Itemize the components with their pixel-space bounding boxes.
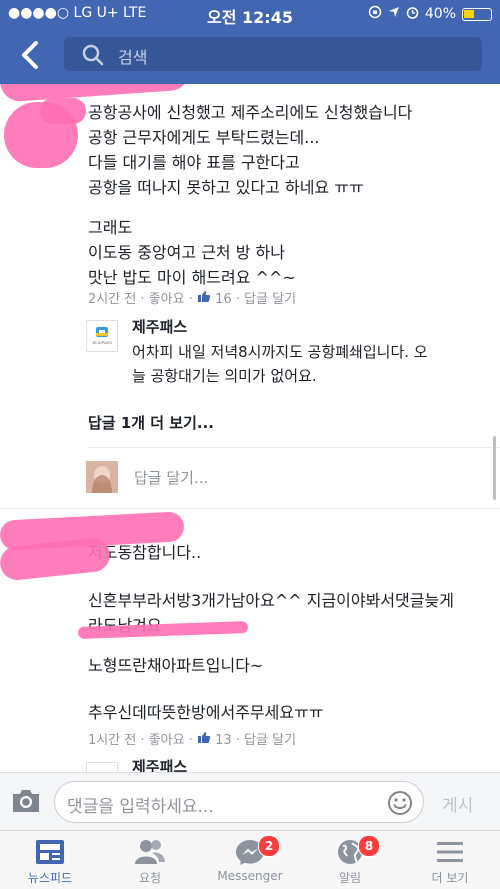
timestamp: 2시간 전 (88, 292, 137, 307)
back-button[interactable] (14, 38, 48, 72)
like-button[interactable]: 좋아요 (149, 733, 185, 748)
like-button[interactable]: 좋아요 (149, 292, 185, 307)
comment-line: 그래도 (88, 218, 133, 237)
scrollbar[interactable] (493, 436, 496, 500)
search-icon (82, 44, 104, 70)
timestamp: 1시간 전 (88, 733, 137, 748)
tab-label: 알림 (338, 871, 362, 885)
notifications-badge: 8 (358, 835, 380, 857)
tab-label: 요청 (138, 871, 162, 885)
like-count: 13 (215, 733, 232, 748)
emoji-icon[interactable] (387, 790, 413, 820)
lock-rotation-icon (368, 5, 382, 23)
post-button[interactable]: 게시 (442, 791, 473, 816)
battery-level (464, 9, 474, 18)
comment-line: 추우신데따뜻한방에서주무세요ㅠㅠ (88, 703, 324, 722)
redaction-mark (40, 98, 86, 124)
comment-input[interactable]: 댓글을 입력하세요... (54, 781, 424, 823)
page-name[interactable]: 제주패스 (132, 316, 187, 337)
like-thumb-icon (197, 291, 215, 307)
status-icons: 40% (368, 5, 492, 23)
logo-text: JEJUPASS (92, 340, 112, 345)
tab-label: 더 보기 (431, 871, 469, 885)
messenger-badge: 2 (258, 835, 280, 857)
page-name[interactable]: 제주패스 (132, 756, 187, 772)
comment-line: 다들 대기를 해야 표를 구한다고 (88, 153, 300, 172)
comment-line: 이도동 중앙여고 근처 방 하나 (88, 243, 285, 262)
search-placeholder: 검색 (118, 48, 148, 67)
tab-messenger[interactable]: 2 Messenger (200, 831, 300, 889)
menu-icon (434, 837, 466, 867)
jejupass-logo: JEJUPASS (92, 327, 112, 345)
battery-percent: 40% (424, 6, 456, 22)
my-avatar (86, 461, 118, 493)
comment-line: 공항공사에 신청했고 제주소리에도 신청했습니다 (88, 103, 413, 122)
chevron-left-icon (22, 41, 38, 69)
reply-button[interactable]: 답글 달기 (244, 733, 296, 748)
comment-meta: 1시간 전 · 좋아요 · 13 · 답글 달기 (88, 732, 297, 748)
reply-button[interactable]: 답글 달기 (244, 292, 296, 307)
comment-line: 맛난 밥도 마이 해드려요 ^^~ (88, 268, 296, 287)
tab-label: Messenger (217, 869, 283, 883)
reply-input[interactable]: 답글 달기... (134, 467, 208, 488)
status-bar: ●●●●○ LG U+ LTE 오전 12:45 40% (0, 0, 500, 28)
tab-bar: 뉴스피드 요청 2 Messenger 8 알림 더 보기 (0, 830, 500, 889)
tab-news-feed[interactable]: 뉴스피드 (0, 831, 100, 889)
alarm-icon (406, 6, 419, 23)
news-feed-icon (34, 837, 66, 867)
like-count: 16 (215, 292, 232, 307)
comment-line: 신혼부부라서방3개가남아요^^ 지금이야봐서댓글늦게 (88, 591, 454, 610)
view-more-replies-link[interactable]: 답글 1개 더 보기... (88, 412, 214, 433)
divider (0, 508, 500, 509)
tab-label: 뉴스피드 (27, 871, 73, 885)
navigation-bar: ●●●●○ LG U+ LTE 오전 12:45 40% 검색 (0, 0, 500, 84)
friend-requests-icon (134, 837, 166, 867)
comment-line: 공항을 떠나지 못하고 있다고 하네요 ㅠㅠ (88, 178, 364, 197)
camera-icon[interactable] (10, 787, 42, 815)
comments-list: 공항공사에 신청했고 제주소리에도 신청했습니다 공항 근무자에게도 부탁드렸는… (0, 84, 500, 772)
comment-meta: 2시간 전 · 좋아요 · 16 · 답글 달기 (88, 291, 297, 307)
search-input[interactable]: 검색 (64, 37, 482, 71)
comment-placeholder: 댓글을 입력하세요... (67, 797, 214, 817)
comment-line: 노형뜨란채아파트입니다~ (88, 656, 264, 675)
divider (88, 447, 500, 448)
reply-line: 늘 공항대기는 의미가 없어요. (132, 367, 317, 385)
like-thumb-icon (197, 732, 215, 748)
tab-notifications[interactable]: 8 알림 (300, 831, 400, 889)
page-avatar[interactable] (86, 762, 118, 772)
page-avatar[interactable]: JEJUPASS (86, 320, 118, 352)
tab-requests[interactable]: 요청 (100, 831, 200, 889)
tab-more[interactable]: 더 보기 (400, 831, 500, 889)
comment-composer: 댓글을 입력하세요... 게시 (0, 772, 500, 831)
reply-line: 어차피 내일 저녁8시까지도 공항폐쇄입니다. 오 (132, 343, 428, 361)
location-icon (388, 6, 400, 22)
battery-icon (462, 7, 492, 21)
comment-line: 공항 근무자에게도 부탁드렸는데... (88, 128, 320, 147)
